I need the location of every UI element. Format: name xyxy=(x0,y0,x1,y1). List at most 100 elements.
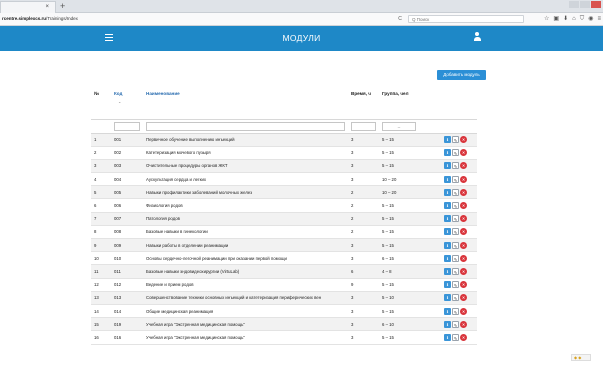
delete-button[interactable]: ✕ xyxy=(460,215,467,223)
add-module-button[interactable]: Добавить модуль xyxy=(437,70,486,80)
menu-icon[interactable]: ≡ xyxy=(597,15,601,23)
browser-tab[interactable]: × xyxy=(0,1,56,13)
row-group: 5 – 15 xyxy=(379,304,441,319)
info-button[interactable]: ℹ xyxy=(444,281,451,289)
row-actions: ℹ ✎ ✕ xyxy=(441,159,477,174)
info-button[interactable]: ℹ xyxy=(444,188,451,196)
clipboard-icon[interactable]: ▣ xyxy=(553,15,559,23)
row-group: 5 – 15 xyxy=(379,225,441,240)
home-icon[interactable]: ⌂ xyxy=(572,15,576,23)
info-button[interactable]: ℹ xyxy=(444,202,451,210)
row-actions: ℹ ✎ ✕ xyxy=(441,278,477,292)
edit-button[interactable]: ✎ xyxy=(452,228,459,236)
tab-close-icon[interactable]: × xyxy=(45,4,49,10)
row-code: 009 xyxy=(111,238,143,253)
info-button[interactable]: ℹ xyxy=(444,162,451,170)
maximize-icon[interactable] xyxy=(580,1,590,8)
edit-button[interactable]: ✎ xyxy=(452,333,459,341)
filter-code-input[interactable] xyxy=(114,121,140,131)
info-button[interactable]: ℹ xyxy=(444,175,451,183)
delete-button[interactable]: ✕ xyxy=(460,202,467,210)
info-button[interactable]: ℹ xyxy=(444,320,451,328)
delete-button[interactable]: ✕ xyxy=(460,333,467,341)
reload-button[interactable]: С xyxy=(395,15,405,23)
table-row: 8 008 Базовые навыки в гинекологии 2 5 –… xyxy=(91,225,477,240)
edit-button[interactable]: ✎ xyxy=(452,281,459,289)
edit-button[interactable]: ✎ xyxy=(452,215,459,223)
info-button[interactable]: ℹ xyxy=(444,333,451,341)
edit-button[interactable]: ✎ xyxy=(452,202,459,210)
col-name-header[interactable]: Наименование xyxy=(143,89,348,120)
info-button[interactable]: ℹ xyxy=(444,307,451,315)
row-num: 16 xyxy=(91,330,111,345)
filter-group-select[interactable]: -- xyxy=(382,121,416,131)
delete-button[interactable]: ✕ xyxy=(460,188,467,196)
edit-button[interactable]: ✎ xyxy=(452,175,459,183)
delete-button[interactable]: ✕ xyxy=(460,267,467,275)
row-group: 5 – 15 xyxy=(379,212,441,226)
user-icon[interactable] xyxy=(473,32,481,42)
delete-button[interactable]: ✕ xyxy=(460,307,467,315)
info-button[interactable]: ℹ xyxy=(444,241,451,249)
edit-button[interactable]: ✎ xyxy=(452,188,459,196)
row-group: 5 – 15 xyxy=(379,198,441,213)
info-button[interactable]: ℹ xyxy=(444,136,451,144)
browser-search-input[interactable]: Q Поиск xyxy=(408,15,524,23)
star-icon[interactable]: ☆ xyxy=(544,15,549,23)
edit-button[interactable]: ✎ xyxy=(452,307,459,315)
delete-button[interactable]: ✕ xyxy=(460,162,467,170)
row-num: 5 xyxy=(91,185,111,200)
row-code: 008 xyxy=(111,225,143,240)
edit-button[interactable]: ✎ xyxy=(452,294,459,302)
filter-name-input[interactable] xyxy=(146,121,345,131)
edit-button[interactable]: ✎ xyxy=(452,241,459,249)
page-title: МОДУЛИ xyxy=(282,33,321,43)
minimize-icon[interactable] xyxy=(569,1,579,8)
row-name: Базовые навыки эндовидеохирургии (VirtuL… xyxy=(143,264,348,279)
delete-button[interactable]: ✕ xyxy=(460,175,467,183)
info-button[interactable]: ℹ xyxy=(444,149,451,157)
address-bar[interactable]: rcentre.simplexcs.ru/Trainings/Index xyxy=(2,16,78,21)
edit-button[interactable]: ✎ xyxy=(452,254,459,262)
edit-button[interactable]: ✎ xyxy=(452,320,459,328)
row-name: Очистительные процедуры органов ЖКТ xyxy=(143,159,348,174)
row-name: Патология родов xyxy=(143,212,348,226)
edit-button[interactable]: ✎ xyxy=(452,267,459,275)
edit-button[interactable]: ✎ xyxy=(452,149,459,157)
url-path: /Trainings/Index xyxy=(46,16,78,21)
close-window-icon[interactable] xyxy=(591,1,601,8)
new-tab-button[interactable]: + xyxy=(60,1,65,11)
info-button[interactable]: ℹ xyxy=(444,254,451,262)
row-name: Физиология родов xyxy=(143,198,348,213)
info-button[interactable]: ℹ xyxy=(444,267,451,275)
info-button[interactable]: ℹ xyxy=(444,215,451,223)
delete-button[interactable]: ✕ xyxy=(460,136,467,144)
edit-button[interactable]: ✎ xyxy=(452,136,459,144)
filter-hours-input[interactable] xyxy=(351,121,376,131)
info-button[interactable]: ℹ xyxy=(444,228,451,236)
download-icon[interactable]: ⬇ xyxy=(563,15,568,23)
shield-icon[interactable]: ⛉ xyxy=(580,15,585,23)
info-button[interactable]: ℹ xyxy=(444,294,451,302)
app-header: МОДУЛИ xyxy=(0,26,603,51)
edit-button[interactable]: ✎ xyxy=(452,162,459,170)
row-hours: 3 xyxy=(348,317,379,332)
delete-button[interactable]: ✕ xyxy=(460,241,467,249)
delete-button[interactable]: ✕ xyxy=(460,149,467,157)
delete-button[interactable]: ✕ xyxy=(460,281,467,289)
sort-caret-icon[interactable]: ⌄ xyxy=(118,99,140,104)
floating-widget[interactable]: ◆ ◆ xyxy=(571,354,591,361)
row-code: 001 xyxy=(111,133,143,147)
row-name: Навыки работы в отделении реанимации xyxy=(143,238,348,253)
row-group: 5 – 15 xyxy=(379,133,441,147)
delete-button[interactable]: ✕ xyxy=(460,320,467,328)
delete-button[interactable]: ✕ xyxy=(460,294,467,302)
circle-icon[interactable]: ◉ xyxy=(588,15,593,23)
main-content: Добавить модуль № Код ⌄ Наименование Врем… xyxy=(0,51,603,365)
col-code-header[interactable]: Код ⌄ xyxy=(111,89,143,120)
row-group: 10 – 20 xyxy=(379,185,441,200)
delete-button[interactable]: ✕ xyxy=(460,254,467,262)
row-name: Базовые навыки в гинекологии xyxy=(143,225,348,240)
row-name: Навыки профилактики заболеваний молочных… xyxy=(143,185,348,200)
delete-button[interactable]: ✕ xyxy=(460,228,467,236)
